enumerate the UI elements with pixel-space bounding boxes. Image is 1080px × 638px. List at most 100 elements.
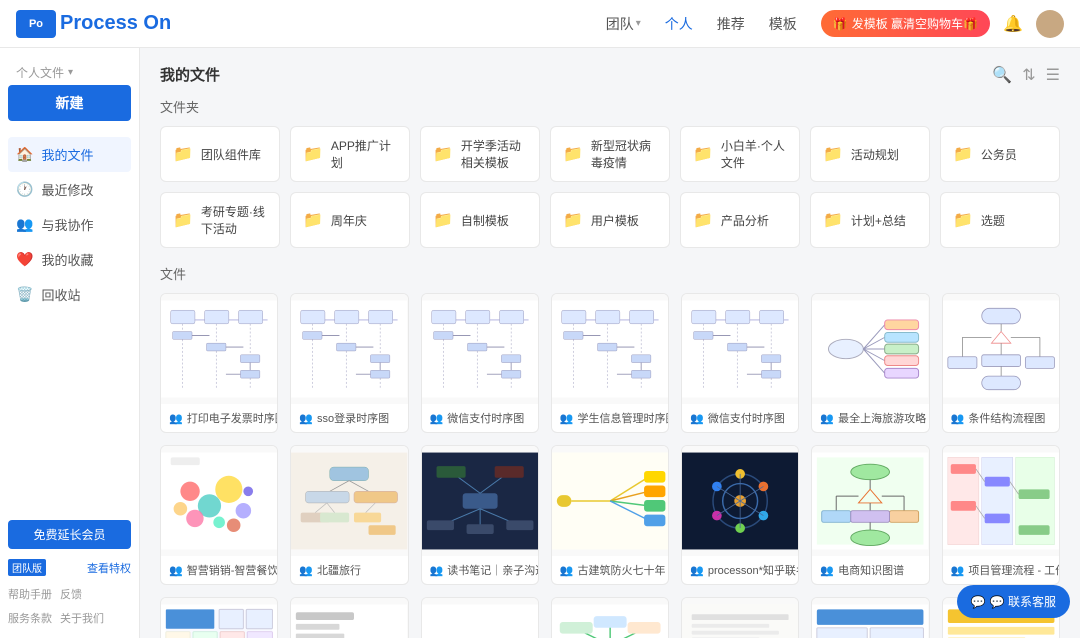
help-link[interactable]: 帮助手册 <box>8 586 52 602</box>
file-type-icon: 👥 <box>951 412 965 425</box>
file-type-icon: 👥 <box>820 564 834 577</box>
about-link[interactable]: 关于我们 <box>60 610 104 626</box>
header-right: 🎁 发模板 赢清空购物车🎁 🔔 <box>821 10 1064 38</box>
folder-icon: 📁 <box>303 144 323 164</box>
file-card[interactable]: 👥微信支付时序图 <box>681 293 799 433</box>
file-card[interactable] <box>160 597 278 638</box>
file-preview <box>422 446 538 556</box>
file-name: 👥processon*知乎联名... <box>682 556 798 584</box>
check-privileges-link[interactable]: 查看特权 <box>87 560 131 576</box>
sidebar-item-collaborate[interactable]: 👥 与我协作 <box>8 207 131 242</box>
file-card[interactable]: 👥sso登录时序图 <box>290 293 408 433</box>
file-name: 👥读书笔记｜亲子沟通 <box>422 556 538 584</box>
file-section-label: 文件 <box>160 264 1060 283</box>
sort-icon[interactable]: ⇅ <box>1022 65 1035 85</box>
file-name: 👥北疆旅行 <box>291 556 407 584</box>
notification-bell[interactable]: 🔔 <box>1002 13 1024 35</box>
file-card[interactable]: 👥智营销销-智营餐饮... <box>160 445 278 585</box>
sidebar-bottom: 免费延长会员 团队版 查看特权 帮助手册 反馈 服务条款 关于我们 <box>8 520 131 626</box>
folder-item[interactable]: 📁开学季活动相关模板 <box>420 126 540 182</box>
file-card[interactable]: 👥北疆旅行 <box>290 445 408 585</box>
folder-icon: 📁 <box>433 144 453 164</box>
terms-link[interactable]: 服务条款 <box>8 610 52 626</box>
file-preview <box>422 294 538 404</box>
file-card[interactable] <box>290 597 408 638</box>
search-icon[interactable]: 🔍 <box>992 65 1012 85</box>
file-card[interactable]: 👥项目管理流程 - 工作... <box>942 445 1060 585</box>
file-card[interactable] <box>681 597 799 638</box>
footer-links: 帮助手册 反馈 服务条款 关于我们 <box>8 586 131 626</box>
chat-icon: 💬 <box>971 595 986 609</box>
file-card[interactable]: 👥条件结构流程图 <box>942 293 1060 433</box>
file-type-icon: 👥 <box>951 564 965 577</box>
file-card[interactable]: 👥电商知识图谱 <box>811 445 929 585</box>
sidebar-item-trash[interactable]: 🗑️ 回收站 <box>8 277 131 312</box>
folder-item[interactable]: 📁团队组件库 <box>160 126 280 182</box>
file-card[interactable]: 👥读书笔记｜亲子沟通 <box>421 445 539 585</box>
file-name: 👥打印电子发票时序图 <box>161 404 277 432</box>
nav-recommend[interactable]: 推荐 <box>717 14 745 34</box>
file-preview <box>552 598 668 638</box>
folder-icon: 📁 <box>693 144 713 164</box>
file-card[interactable]: 👥最全上海旅游攻略 <box>811 293 929 433</box>
folder-item[interactable]: 📁考研专题·线下活动 <box>160 192 280 248</box>
chevron-down-icon: ▾ <box>636 18 641 29</box>
file-card[interactable]: 👥微信支付时序图 <box>421 293 539 433</box>
file-card[interactable] <box>421 597 539 638</box>
folder-item[interactable]: 📁产品分析 <box>680 192 800 248</box>
home-icon: 🏠 <box>16 146 33 163</box>
chat-button[interactable]: 💬 💬 联系客服 <box>957 585 1070 618</box>
file-card[interactable]: 👥学生信息管理时序图 <box>551 293 669 433</box>
nav-personal[interactable]: 个人 <box>665 14 693 34</box>
file-preview <box>291 598 407 638</box>
folder-icon: 📁 <box>173 144 193 164</box>
folder-item[interactable]: 📁计划+总结 <box>810 192 930 248</box>
folder-icon: 📁 <box>693 210 713 230</box>
gift-icon: 🎁 <box>833 17 848 31</box>
view-icon[interactable]: ☰ <box>1046 65 1060 85</box>
logo[interactable]: Po Process On <box>16 10 171 38</box>
file-preview <box>812 598 928 638</box>
sidebar-item-recent[interactable]: 🕐 最近修改 <box>8 172 131 207</box>
folder-icon: 📁 <box>953 144 973 164</box>
folder-item[interactable]: 📁小白羊·个人文件 <box>680 126 800 182</box>
file-card[interactable]: 👥processon*知乎联名... <box>681 445 799 585</box>
new-button[interactable]: 新建 <box>8 85 131 121</box>
folder-item[interactable]: 📁新型冠状病毒疫情 <box>550 126 670 182</box>
folder-item[interactable]: 📁周年庆 <box>290 192 410 248</box>
folder-item[interactable]: 📁选题 <box>940 192 1060 248</box>
file-preview <box>682 598 798 638</box>
promo-button[interactable]: 🎁 发模板 赢清空购物车🎁 <box>821 10 990 37</box>
file-preview <box>943 446 1059 556</box>
nav-team[interactable]: 团队 ▾ <box>606 14 641 34</box>
sidebar-item-myfiles[interactable]: 🏠 我的文件 <box>8 137 131 172</box>
free-member-button[interactable]: 免费延长会员 <box>8 520 131 549</box>
folder-item[interactable]: 📁活动规划 <box>810 126 930 182</box>
clock-icon: 🕐 <box>16 181 33 198</box>
toolbar-icons: 🔍 ⇅ ☰ <box>992 65 1060 85</box>
folder-item[interactable]: 📁用户模板 <box>550 192 670 248</box>
chevron-icon: ▾ <box>68 67 73 78</box>
file-preview <box>161 446 277 556</box>
file-type-icon: 👥 <box>169 564 183 577</box>
nav-templates[interactable]: 模板 <box>769 14 797 34</box>
file-name: 👥最全上海旅游攻略 <box>812 404 928 432</box>
file-card[interactable] <box>811 597 929 638</box>
folder-item[interactable]: 📁APP推广计划 <box>290 126 410 182</box>
file-type-icon: 👥 <box>299 412 313 425</box>
folder-item[interactable]: 📁自制模板 <box>420 192 540 248</box>
folder-icon: 📁 <box>563 144 583 164</box>
sidebar-item-favorites[interactable]: ❤️ 我的收藏 <box>8 242 131 277</box>
folder-item[interactable]: 📁公务员 <box>940 126 1060 182</box>
file-type-icon: 👥 <box>299 564 313 577</box>
file-card[interactable]: 👥打印电子发票时序图 <box>160 293 278 433</box>
file-preview <box>682 446 798 556</box>
file-card[interactable]: 👥古建筑防火七十年 <box>551 445 669 585</box>
file-type-icon: 👥 <box>820 412 834 425</box>
file-preview <box>812 294 928 404</box>
avatar[interactable] <box>1036 10 1064 38</box>
folder-icon: 📁 <box>433 210 453 230</box>
feedback-link[interactable]: 反馈 <box>60 586 82 602</box>
folder-section-label: 文件夹 <box>160 97 1060 116</box>
file-card[interactable] <box>551 597 669 638</box>
